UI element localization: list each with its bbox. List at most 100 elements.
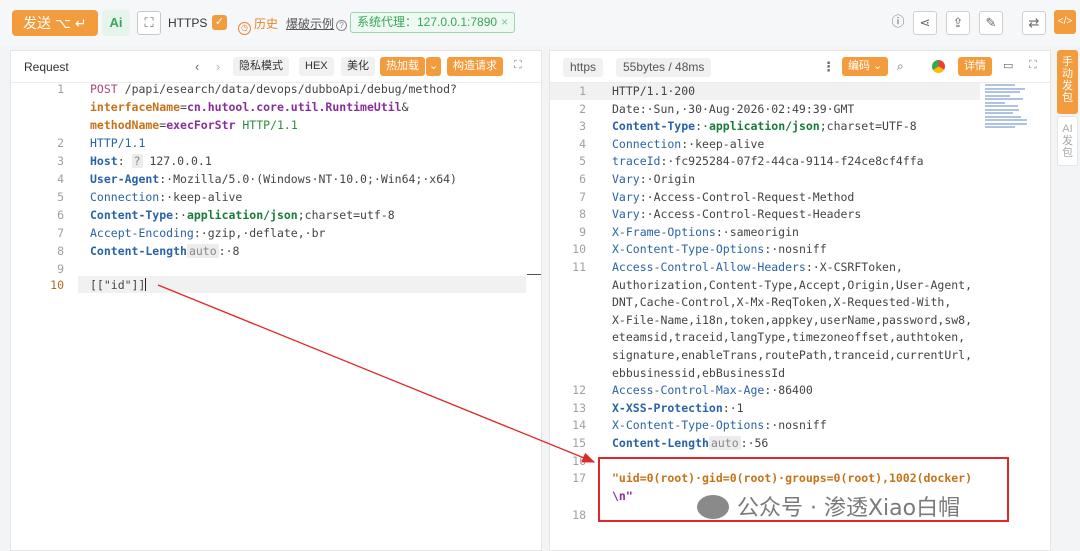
line-number: 6 [579, 172, 586, 186]
request-body: [["id"]] [90, 278, 147, 292]
request-line: POST /papi/esearch/data/devops/dubboApi/… [90, 82, 457, 96]
line-number: 1 [579, 84, 586, 98]
more-icon[interactable]: ⋮ [822, 59, 835, 75]
line-number: 3 [57, 154, 64, 168]
beautify-button[interactable]: 美化 [341, 57, 375, 76]
help-circle-icon[interactable]: ⓘ [886, 11, 910, 35]
header-x-content-type-options: X-Content-Type-Options:·nosniff [612, 418, 827, 433]
https-label: HTTPS [168, 16, 208, 30]
line-number: 18 [572, 508, 586, 522]
line-number: 9 [579, 224, 586, 239]
header-allow-headers: Access-Control-Allow-Headers:·X-CSRFToke… [612, 260, 903, 274]
send-button[interactable]: 发送 ⌥ ↵ [12, 10, 98, 36]
status-line: HTTP/1.1·200 [612, 84, 696, 98]
expand-icon[interactable]: ⛶ [514, 59, 522, 72]
search-icon[interactable]: ⌕ [897, 59, 904, 74]
line-number: 5 [57, 190, 64, 204]
close-icon[interactable]: × [501, 15, 508, 29]
line-number: 9 [57, 262, 64, 276]
line-number: 13 [572, 400, 586, 415]
comment-icon[interactable]: ▭ [1003, 59, 1013, 72]
manual-send-tab[interactable]: 手动发包 [1057, 50, 1078, 114]
request-editor[interactable]: 1 POST /papi/esearch/data/devops/dubboAp… [34, 82, 534, 302]
proxy-label: 系统代理：127.0.0.1:7890 [357, 15, 498, 29]
line-number: 10 [572, 242, 586, 257]
header-user-agent: User-Agent:·Mozilla/5.0·(Windows·NT·10.0… [90, 172, 457, 186]
header-content-type: Content-Type:·application/json;charset=U… [612, 119, 917, 134]
hex-button[interactable]: HEX [299, 57, 334, 76]
line-number: 11 [572, 260, 586, 274]
header-x-content-type-options: X-Content-Type-Options:·nosniff [612, 242, 827, 257]
hot-reload-button[interactable]: 热加载 [380, 57, 425, 76]
line-number: 2 [579, 101, 586, 116]
history-button[interactable]: ◷ 历史 [238, 15, 278, 35]
line-number: 6 [57, 208, 64, 222]
swap-icon[interactable]: ⇄ [1022, 11, 1046, 35]
line-number: 5 [579, 154, 586, 169]
line-number: 7 [579, 189, 586, 204]
request-line-cont: interfaceName=cn.hutool.core.util.Runtim… [90, 100, 409, 114]
scan-icon[interactable]: ⛶ [137, 11, 161, 35]
header-x-frame-options: X-Frame-Options:·sameorigin [612, 224, 799, 239]
header-continuation: Authorization,Content-Type,Accept,Origin… [612, 277, 973, 292]
header-vary: Vary:·Origin [612, 172, 696, 186]
ai-send-tab[interactable]: AI发包 [1057, 116, 1078, 166]
response-header: https 55bytes / 48ms ⋮ 编码 ⌄ ⌕ 详情 ▭ ⛶ [550, 51, 1050, 83]
request-title: Request [24, 60, 69, 74]
history-label: 历史 [254, 17, 279, 31]
header-trace-id: traceId:·fc925284-07f2-44ca-9114-f24ce8c… [612, 154, 924, 169]
wechat-icon [697, 495, 729, 519]
edit-icon[interactable]: ✎ [979, 11, 1003, 35]
header-vary: Vary:·Access-Control-Request-Headers [612, 207, 862, 222]
header-host: Host: ? 127.0.0.1 [90, 154, 212, 168]
top-toolbar: 发送 ⌥ ↵ Ai ⛶ HTTPS ✓ ◷ 历史 爆破示例? 系统代理：127.0… [0, 0, 1080, 46]
request-line-cont: methodName=execForStr HTTP/1.1 [90, 118, 298, 132]
export-icon[interactable]: ⇪ [946, 11, 970, 35]
header-vary: Vary:·Access-Control-Request-Method [612, 189, 855, 204]
share-icon[interactable]: ⋖ [913, 11, 937, 35]
chrome-icon[interactable] [932, 60, 945, 73]
minimap[interactable] [985, 84, 1030, 130]
details-button[interactable]: 详情 [958, 57, 992, 76]
header-content-length: Content-Length auto:·56 [612, 436, 769, 450]
system-proxy-tag[interactable]: 系统代理：127.0.0.1:7890 × [350, 12, 516, 33]
chevron-right-icon[interactable]: › [216, 59, 220, 74]
header-continuation: eteamsid,traceid,langType,timezoneoffset… [612, 330, 966, 345]
scheme-chip: https [563, 58, 604, 77]
header-content-type: Content-Type:·application/json;charset=u… [90, 208, 395, 222]
header-continuation: X-File-Name,i18n,token,appkey,userName,p… [612, 312, 973, 327]
code-view-button[interactable]: </> [1054, 10, 1076, 34]
private-mode-button[interactable]: 隐私模式 [233, 57, 289, 76]
line-number: 16 [572, 453, 586, 468]
help-icon[interactable]: ? [336, 20, 348, 31]
expand-icon[interactable]: ⛶ [1029, 59, 1037, 72]
clock-icon: ◷ [238, 22, 251, 35]
header-date: Date:·Sun,·30·Aug·2026·02:49:39·GMT [612, 101, 855, 116]
build-request-button[interactable]: 构造请求 [447, 57, 503, 76]
line-number: 2 [57, 136, 64, 150]
header-xss-protection: X-XSS-Protection:·1 [612, 400, 744, 415]
text-cursor [145, 278, 147, 291]
line-number: 10 [50, 278, 64, 292]
protocol-line: HTTP/1.1 [90, 136, 146, 150]
chevron-left-icon[interactable]: ‹ [195, 59, 199, 74]
line-number: 15 [572, 436, 586, 450]
line-number: 14 [572, 418, 586, 433]
encoding-button[interactable]: 编码 ⌄ [842, 57, 889, 76]
header-continuation: signature,enableTrans,routePath,tranceid… [612, 348, 973, 362]
line-number: 4 [57, 172, 64, 186]
brute-example-link[interactable]: 爆破示例? [286, 15, 348, 32]
ai-assist-button[interactable]: Ai [102, 10, 130, 36]
line-number: 7 [57, 226, 64, 240]
chevron-down-icon[interactable]: ⌄ [426, 57, 442, 76]
header-max-age: Access-Control-Max-Age:·86400 [612, 383, 813, 398]
line-number: 3 [579, 119, 586, 134]
brute-example-label: 爆破示例 [286, 17, 335, 31]
header-content-length: Content-Length auto:·8 [90, 244, 240, 258]
size-time-chip: 55bytes / 48ms [616, 58, 712, 77]
header-connection: Connection:·keep-alive [90, 190, 243, 204]
line-number: 1 [57, 82, 64, 96]
watermark-text: 公众号 · 渗透Xiao白帽 [737, 496, 961, 521]
watermark: 公众号 · 渗透Xiao白帽 [697, 490, 960, 522]
https-checkbox[interactable]: ✓ [212, 15, 227, 30]
